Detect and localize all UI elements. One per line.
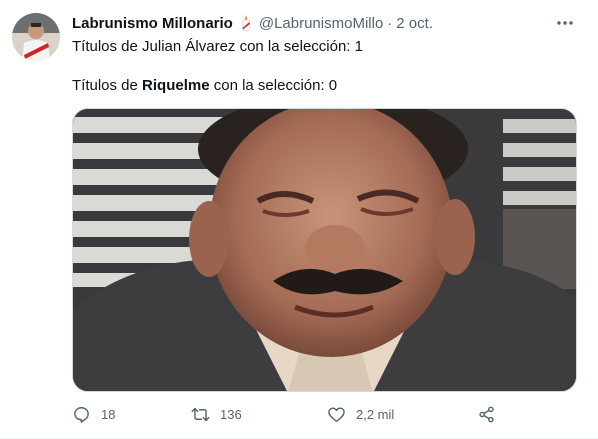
more-dots-icon[interactable] [554, 12, 576, 34]
tweet-line-2: Títulos de Riquelme con la selección: 0 [72, 76, 577, 96]
separator-dot: · [387, 14, 393, 32]
author-handle[interactable]: @LabrunismoMillo [259, 15, 383, 32]
tweet-media[interactable] [72, 108, 577, 392]
like-button[interactable]: 2,2 mil [327, 403, 394, 425]
reply-count: 18 [101, 406, 116, 422]
line2-bold: Riquelme [142, 77, 210, 94]
tweet-text: Títulos de Julian Álvarez con la selecci… [72, 37, 577, 96]
share-icon [479, 406, 494, 422]
tweet-card[interactable]: Labrunismo Millonario @LabrunismoMillo ·… [0, 0, 598, 439]
reply-icon [74, 406, 89, 423]
river-badge-icon [239, 14, 253, 32]
retweet-button[interactable]: 136 [191, 403, 242, 425]
author-name[interactable]: Labrunismo Millonario [72, 15, 233, 32]
share-button[interactable] [477, 403, 496, 425]
tweet-actions: 18 136 2,2 mil [72, 403, 512, 425]
tweet-header: Labrunismo Millonario @LabrunismoMillo ·… [72, 13, 433, 33]
retweet-count: 136 [220, 406, 242, 422]
tweet-date[interactable]: 2 oct. [396, 15, 433, 32]
line2-prefix: Títulos de [72, 77, 143, 94]
tweet-line-1: Títulos de Julian Álvarez con la selecci… [72, 38, 363, 55]
retweet-icon [191, 407, 210, 421]
like-count: 2,2 mil [356, 406, 395, 422]
avatar[interactable] [12, 13, 60, 61]
line2-suffix: con la selección: 0 [209, 77, 338, 94]
media-image [73, 109, 576, 391]
avatar-image [12, 13, 60, 61]
reply-button[interactable]: 18 [72, 403, 115, 425]
like-icon [328, 406, 345, 422]
